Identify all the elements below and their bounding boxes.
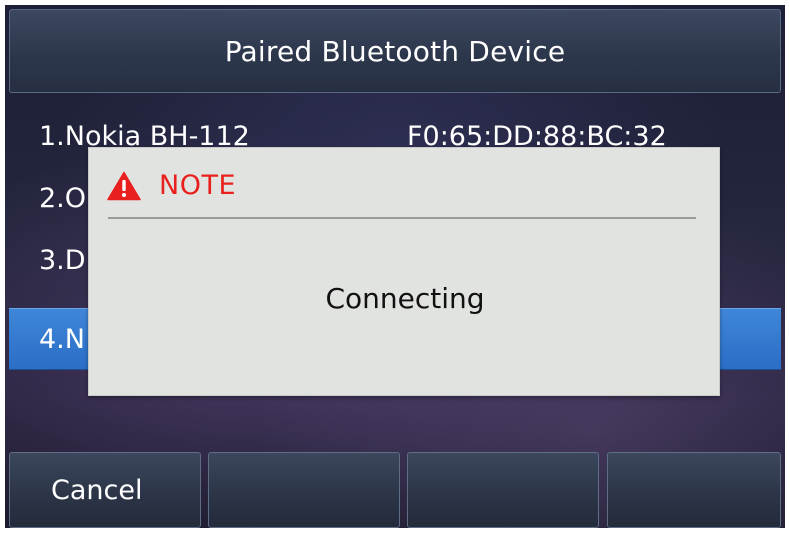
dialog-message: Connecting — [325, 282, 485, 315]
warning-triangle-icon — [107, 171, 141, 200]
dialog-title: NOTE — [159, 170, 237, 201]
softkey-2[interactable] — [208, 452, 400, 528]
dialog-header: NOTE — [107, 170, 236, 201]
dialog-divider — [108, 217, 696, 219]
softkey-4[interactable] — [607, 452, 781, 528]
phone-screen: Paired Bluetooth Device 1.Nokia BH-112 F… — [5, 5, 785, 528]
note-dialog: NOTE Connecting — [88, 147, 720, 396]
cancel-softkey[interactable]: Cancel — [9, 452, 201, 528]
softkey-label: Cancel — [51, 474, 143, 506]
page-title: Paired Bluetooth Device — [224, 34, 566, 68]
device-name: 4.N — [39, 323, 85, 355]
softkey-bar: Cancel — [5, 452, 785, 528]
device-name: 2.O — [39, 182, 87, 214]
screen-header: Paired Bluetooth Device — [9, 9, 781, 93]
device-name: 3.D — [39, 244, 86, 276]
softkey-3[interactable] — [407, 452, 599, 528]
